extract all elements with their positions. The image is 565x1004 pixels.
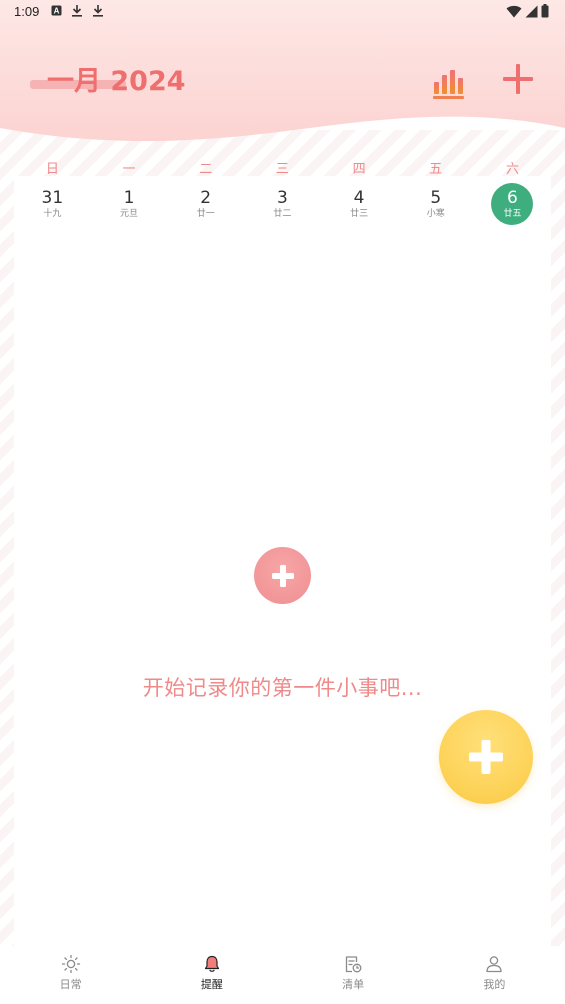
weekday-label: 五 xyxy=(429,162,443,177)
date-number: 5 xyxy=(430,187,442,208)
lunar-date: 十九 xyxy=(43,208,62,219)
lunar-date: 廿一 xyxy=(196,208,215,219)
date-number: 31 xyxy=(41,187,64,208)
month-title-block[interactable]: 一月 2024 xyxy=(30,64,186,100)
date-cell[interactable]: 2 廿一 xyxy=(167,182,244,226)
empty-state-hint: 开始记录你的第一件小事吧... xyxy=(142,676,423,700)
status-time: 1:09 xyxy=(14,4,40,19)
date-number: 3 xyxy=(276,187,288,208)
date-number: 6 xyxy=(507,187,518,208)
header-add-button[interactable] xyxy=(498,60,538,100)
date-number: 2 xyxy=(200,187,212,208)
lunar-date: 元旦 xyxy=(120,208,139,219)
date-cell[interactable]: 1 元旦 xyxy=(91,182,168,226)
date-cell-selected[interactable]: 6 廿五 xyxy=(474,182,551,226)
bar-chart-icon xyxy=(433,70,464,99)
lunar-date: 廿二 xyxy=(273,208,292,219)
weekday-label: 六 xyxy=(505,162,519,177)
lunar-date: 廿五 xyxy=(503,208,522,219)
sun-icon xyxy=(61,954,80,974)
nav-label: 日常 xyxy=(59,978,82,991)
bell-icon xyxy=(204,955,219,972)
nav-label: 我的 xyxy=(483,978,506,991)
date-number: 4 xyxy=(353,187,365,208)
nav-item-checklist[interactable]: 清单 xyxy=(283,946,424,1004)
nav-label: 清单 xyxy=(342,978,365,991)
wifi-icon xyxy=(506,5,522,17)
nav-label: 提醒 xyxy=(200,978,223,991)
weekday-label: 二 xyxy=(199,162,213,177)
battery-icon xyxy=(541,4,549,18)
profile-icon xyxy=(486,956,503,973)
date-number: 1 xyxy=(123,187,135,208)
status-bar: 1:09 A xyxy=(0,0,565,24)
lunar-date: 小寒 xyxy=(426,208,445,219)
nav-item-mine[interactable]: 我的 xyxy=(424,946,565,1004)
svg-text:A: A xyxy=(54,7,60,16)
plus-icon xyxy=(469,740,503,774)
plus-icon xyxy=(503,64,533,94)
date-cell[interactable]: 4 廿三 xyxy=(321,182,398,226)
date-cell[interactable]: 31 十九 xyxy=(14,182,91,226)
weekday-label: 四 xyxy=(352,162,366,177)
nav-item-reminder[interactable]: 提醒 xyxy=(141,946,282,1004)
weekday-label: 三 xyxy=(275,162,289,177)
weekday-header-row: 日 一 二 三 四 五 六 xyxy=(14,158,551,177)
date-cell[interactable]: 3 廿二 xyxy=(244,182,321,226)
month-title[interactable]: 一月 2024 xyxy=(47,64,186,100)
download-icon xyxy=(72,5,82,17)
date-cell[interactable]: 5 小寒 xyxy=(397,182,474,226)
week-date-row: 31 十九 1 元旦 2 廿一 3 廿二 4 廿三 5 小寒 6 廿五 xyxy=(14,182,551,226)
statistics-button[interactable] xyxy=(430,64,468,102)
signal-icon xyxy=(525,5,538,17)
lunar-date: 廿三 xyxy=(350,208,369,219)
empty-state-add-button[interactable] xyxy=(254,547,311,604)
bottom-navigation: 日常 提醒 清单 我的 xyxy=(0,946,565,1004)
plus-icon xyxy=(271,564,294,587)
selected-date-circle: 6 廿五 xyxy=(491,183,534,225)
a-badge-icon: A xyxy=(51,5,62,16)
weekday-label: 一 xyxy=(122,162,136,177)
floating-add-button[interactable] xyxy=(439,710,533,804)
download-icon xyxy=(93,5,103,17)
checklist-icon xyxy=(345,956,362,973)
nav-item-daily[interactable]: 日常 xyxy=(0,946,141,1004)
weekday-label: 日 xyxy=(45,162,59,177)
